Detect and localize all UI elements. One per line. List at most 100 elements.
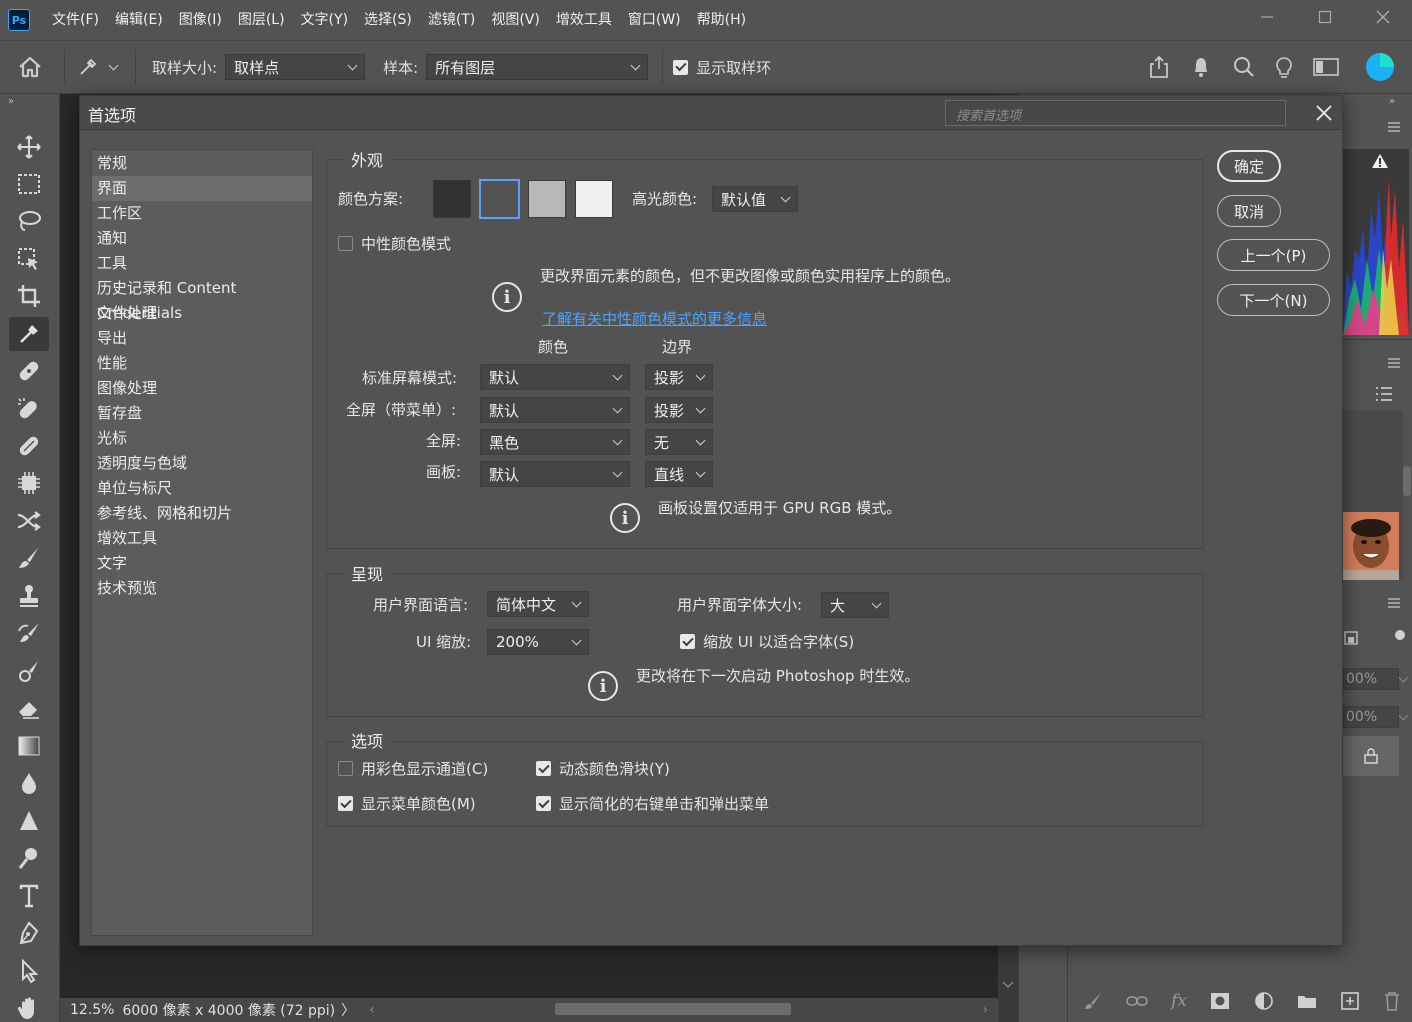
- object-selection-tool[interactable]: [9, 242, 49, 276]
- ui-font-size-select[interactable]: 大: [821, 592, 889, 618]
- path-selection-tool[interactable]: [9, 954, 49, 988]
- close-window-button[interactable]: [1354, 0, 1412, 34]
- home-button[interactable]: [0, 41, 60, 93]
- eyedropper-tool[interactable]: [9, 317, 49, 351]
- menu-layer[interactable]: 图层(L): [230, 0, 293, 40]
- next-button[interactable]: 下一个(N): [1217, 284, 1330, 316]
- pen-tool[interactable]: [9, 916, 49, 950]
- gradient-tool[interactable]: [9, 729, 49, 763]
- remove-tool[interactable]: [9, 392, 49, 426]
- color-channels-checkbox[interactable]: [338, 761, 353, 776]
- category-item[interactable]: 常规: [92, 151, 312, 176]
- show-menu-colors-option[interactable]: 显示菜单颜色(M): [338, 793, 476, 814]
- minimize-button[interactable]: [1238, 0, 1296, 34]
- menu-image[interactable]: 图像(I): [171, 0, 230, 40]
- category-item[interactable]: 透明度与色域: [92, 451, 312, 476]
- sharpen-tool[interactable]: [9, 804, 49, 838]
- folder-icon[interactable]: [1297, 993, 1317, 1009]
- type-tool[interactable]: [9, 879, 49, 913]
- panel-scroll-thumb[interactable]: [1403, 466, 1411, 496]
- menu-filter[interactable]: 滤镜(T): [420, 0, 483, 40]
- scale-ui-to-font-checkbox[interactable]: [680, 634, 695, 649]
- history-brush-tool[interactable]: [9, 616, 49, 650]
- marquee-tool[interactable]: [9, 167, 49, 201]
- preset-dropdown-arrow[interactable]: [101, 52, 125, 82]
- show-menu-colors-checkbox[interactable]: [338, 796, 353, 811]
- panel-menu-icon[interactable]: [1387, 594, 1401, 612]
- blur-tool[interactable]: [9, 766, 49, 800]
- simplified-context-menus-checkbox[interactable]: [536, 796, 551, 811]
- category-item[interactable]: 工作区: [92, 201, 312, 226]
- search-button[interactable]: [1224, 55, 1264, 79]
- panel-menu-icon[interactable]: [1387, 354, 1401, 372]
- category-item[interactable]: 历史记录和 Content Credentials: [92, 276, 312, 322]
- sample-size-select[interactable]: 取样点: [225, 54, 366, 80]
- document-info[interactable]: 6000 像素 x 4000 像素 (72 ppi): [122, 1000, 335, 1020]
- simplified-context-menus-option[interactable]: 显示简化的右键单击和弹出菜单: [536, 793, 769, 814]
- category-item[interactable]: 光标: [92, 426, 312, 451]
- standard-screen-color-select[interactable]: 默认: [480, 364, 630, 390]
- category-item[interactable]: 界面: [92, 176, 312, 201]
- tool-preset-picker[interactable]: [75, 52, 101, 82]
- cloud-status-button[interactable]: [1348, 52, 1412, 82]
- fill-dropdown[interactable]: [1398, 706, 1411, 728]
- frame-tool[interactable]: [9, 466, 49, 500]
- menu-edit[interactable]: 编辑(E): [107, 0, 171, 40]
- scroll-right-icon[interactable]: ›: [982, 1002, 988, 1018]
- opacity-dropdown[interactable]: [1398, 668, 1411, 690]
- scale-ui-to-font-option[interactable]: 缩放 UI 以适合字体(S): [680, 631, 854, 652]
- preferences-search-input[interactable]: 搜索首选项: [945, 100, 1286, 126]
- category-item[interactable]: 文字: [92, 551, 312, 576]
- fullscreen-color-select[interactable]: 黑色: [480, 429, 630, 455]
- zoom-level[interactable]: 12.5%: [70, 1002, 114, 1018]
- expand-panels-icon[interactable]: »: [1389, 96, 1395, 107]
- healing-brush-tool[interactable]: [9, 429, 49, 463]
- spot-healing-tool[interactable]: [9, 354, 49, 388]
- show-ring-checkbox[interactable]: [673, 59, 689, 75]
- neutral-mode-learn-more-link[interactable]: 了解有关中性颜色模式的更多信息: [542, 308, 767, 329]
- category-item[interactable]: 技术预览: [92, 576, 312, 601]
- portrait-thumbnail[interactable]: [1343, 512, 1399, 580]
- horizontal-scrollbar-thumb[interactable]: [555, 1003, 791, 1015]
- notifications-button[interactable]: [1178, 55, 1224, 79]
- lasso-tool[interactable]: [9, 204, 49, 238]
- fullscreen-border-select[interactable]: 无: [645, 429, 713, 455]
- menu-file[interactable]: 文件(F): [44, 0, 107, 40]
- maximize-button[interactable]: [1296, 0, 1354, 34]
- ok-button[interactable]: 确定: [1217, 150, 1281, 182]
- category-item[interactable]: 工具: [92, 251, 312, 276]
- menu-window[interactable]: 窗口(W): [620, 0, 689, 40]
- new-layer-icon[interactable]: [1340, 991, 1360, 1011]
- brush-icon[interactable]: [1083, 991, 1103, 1011]
- ui-scale-select[interactable]: 200%: [487, 629, 589, 655]
- category-item[interactable]: 参考线、网格和切片: [92, 501, 312, 526]
- sample-select[interactable]: 所有图层: [426, 54, 649, 80]
- highlight-color-select[interactable]: 默认值: [712, 186, 798, 212]
- content-aware-move-tool[interactable]: [9, 504, 49, 538]
- adjustment-layer-icon[interactable]: [1254, 991, 1274, 1011]
- color-theme-darkest[interactable]: [433, 180, 471, 218]
- fill-field[interactable]: 00%: [1343, 706, 1399, 728]
- color-channels-option[interactable]: 用彩色显示通道(C): [338, 758, 488, 779]
- artboard-color-select[interactable]: 默认: [480, 461, 630, 487]
- menu-view[interactable]: 视图(V): [483, 0, 548, 40]
- neutral-color-mode-checkbox[interactable]: [338, 236, 353, 251]
- category-item[interactable]: 图像处理: [92, 376, 312, 401]
- brush-tool[interactable]: [9, 541, 49, 575]
- menu-help[interactable]: 帮助(H): [689, 0, 754, 40]
- menu-type[interactable]: 文字(Y): [293, 0, 356, 40]
- category-item[interactable]: 增效工具: [92, 526, 312, 551]
- ui-language-select[interactable]: 简体中文: [487, 591, 589, 617]
- show-sampling-ring-option[interactable]: 显示取样环: [673, 57, 771, 78]
- trash-icon[interactable]: [1383, 991, 1401, 1011]
- move-tool[interactable]: [9, 130, 49, 164]
- menu-select[interactable]: 选择(S): [356, 0, 420, 40]
- scroll-left-icon[interactable]: ‹: [369, 1002, 375, 1018]
- dialog-titlebar[interactable]: 首选项 搜索首选项: [80, 96, 1342, 130]
- category-item[interactable]: 性能: [92, 351, 312, 376]
- fx-icon[interactable]: fx: [1171, 991, 1187, 1011]
- fullscreen-menu-color-select[interactable]: 默认: [480, 397, 630, 423]
- clone-stamp-tool[interactable]: [9, 579, 49, 613]
- collapse-toolbar-icon[interactable]: »: [8, 96, 14, 107]
- dynamic-color-sliders-checkbox[interactable]: [536, 761, 551, 776]
